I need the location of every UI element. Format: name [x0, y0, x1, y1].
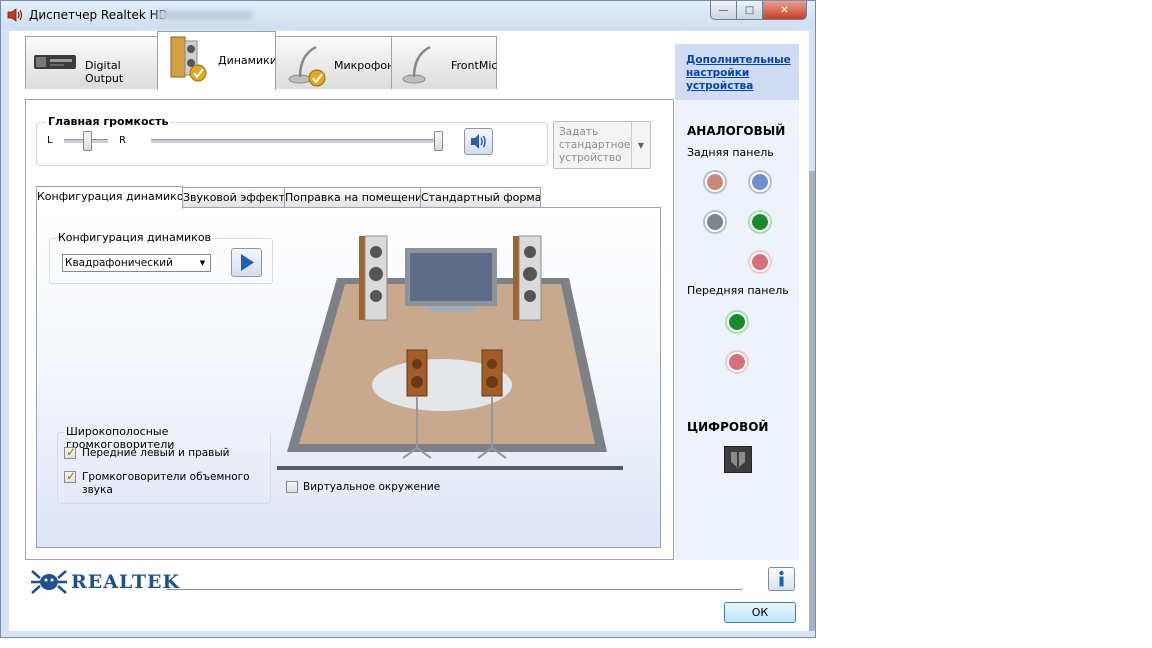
- tab-speakers[interactable]: Динамики: [157, 31, 277, 90]
- balance-left-label: L: [47, 135, 53, 146]
- title-bar: Диспетчер Realtek HD — □ ✕: [1, 1, 815, 29]
- tab-microphone[interactable]: Микрофон: [275, 36, 395, 89]
- window-controls: — □ ✕: [710, 1, 807, 21]
- jack-rear-orange[interactable]: [703, 170, 727, 194]
- jack-rear-grey[interactable]: [703, 210, 727, 234]
- front-microphone-device-icon: [402, 45, 431, 84]
- main-volume-group: Главная громкость L R: [36, 115, 548, 166]
- title-redacted: [157, 10, 253, 20]
- advanced-settings-link[interactable]: Дополнительные настройки устройства: [686, 54, 796, 93]
- chevron-down-icon: ▼: [631, 122, 650, 168]
- mute-button[interactable]: [464, 128, 493, 155]
- balance-right-label: R: [119, 135, 126, 146]
- front-right-speaker: [513, 235, 542, 321]
- play-icon: [241, 254, 254, 271]
- play-test-button[interactable]: [231, 248, 262, 277]
- balance-slider[interactable]: [83, 131, 92, 151]
- advanced-settings-box: Дополнительные настройки устройства: [675, 44, 799, 100]
- front-panel-label: Передняя панель: [687, 284, 789, 297]
- realtek-window: Диспетчер Realtek HD — □ ✕ Digital Outpu…: [0, 0, 816, 638]
- realtek-logo-text: REALTEK: [71, 571, 180, 593]
- speaker-config-group-title: Конфигурация динамиков: [56, 231, 214, 244]
- jack-side-panel: Дополнительные настройки устройства АНАЛ…: [675, 44, 799, 560]
- jack-rear-blue[interactable]: [748, 170, 772, 194]
- analog-heading: АНАЛОГОВЫЙ: [687, 124, 786, 138]
- window-edge-shadow: [809, 171, 815, 631]
- close-button[interactable]: ✕: [763, 1, 807, 20]
- check-icon: ✓: [66, 445, 77, 459]
- digital-output-device-icon: [34, 55, 76, 69]
- rear-panel-label: Задняя панель: [687, 146, 774, 159]
- check-icon: ✓: [66, 469, 77, 483]
- tab-label: Микрофон: [334, 59, 395, 72]
- set-default-device-button[interactable]: Задать стандартное устройство ▼: [553, 121, 651, 169]
- optical-port-icon: [731, 452, 745, 468]
- virtual-surround-checkbox[interactable]: [286, 481, 298, 493]
- set-default-label: Задать стандартное устройство: [559, 126, 631, 164]
- ok-button[interactable]: ОК: [724, 602, 796, 623]
- front-left-speaker: [359, 235, 388, 321]
- subtab-speaker-config[interactable]: Конфигурация динамиков: [36, 186, 183, 209]
- chevron-down-icon: ▼: [199, 259, 206, 267]
- microphone-device-icon: [288, 45, 326, 87]
- maximize-button[interactable]: □: [737, 1, 763, 20]
- speaker-volume-icon: [471, 134, 486, 149]
- subtab-room-correction[interactable]: Поправка на помещение: [284, 187, 421, 208]
- info-button[interactable]: [768, 567, 795, 591]
- speakers-device-icon: [170, 36, 207, 82]
- subtab-default-format[interactable]: Стандартный формат: [420, 187, 541, 208]
- subtab-sound-effect[interactable]: Звуковой эффект: [182, 187, 285, 208]
- volume-slider[interactable]: [434, 131, 443, 151]
- tab-label: Динамики: [218, 54, 277, 67]
- jack-rear-green[interactable]: [748, 210, 772, 234]
- front-lr-checkbox[interactable]: ✓: [64, 445, 77, 459]
- surround-label: Громкоговорители объемного звука: [82, 471, 250, 496]
- realtek-crab-logo: [31, 570, 67, 594]
- virtual-surround-label: Виртуальное окружение: [303, 481, 441, 493]
- surround-checkbox[interactable]: ✓: [64, 469, 77, 483]
- tab-label: FrontMic: [451, 59, 498, 72]
- jack-rear-pink[interactable]: [748, 250, 772, 274]
- front-lr-label: Передние левый и правый: [82, 447, 230, 459]
- tab-digital-output[interactable]: Digital Output: [25, 36, 158, 89]
- main-volume-title: Главная громкость: [46, 115, 171, 128]
- speaker-config-select[interactable]: Квадрафонический ▼: [62, 254, 211, 272]
- full-range-speakers-group: Широкополосные громкоговорители ✓ Передн…: [57, 425, 271, 504]
- tv-screen: [405, 248, 497, 312]
- speaker-config-panel: Конфигурация динамиков Квадрафонический …: [36, 207, 661, 548]
- jack-front-green[interactable]: [725, 310, 749, 334]
- speaker-app-icon: [7, 8, 23, 22]
- speakers-panel: Главная громкость L R Задать стандартное…: [25, 99, 674, 560]
- footer-divider: [166, 589, 742, 590]
- client-area: Digital Output Динамики Микрофон FrontMi…: [9, 31, 809, 631]
- window-title: Диспетчер Realtek HD: [29, 8, 168, 22]
- tab-frontmic[interactable]: FrontMic: [391, 36, 497, 89]
- speaker-config-group: Конфигурация динамиков Квадрафонический …: [49, 231, 273, 284]
- minimize-button[interactable]: —: [710, 1, 737, 20]
- digital-heading: ЦИФРОВОЙ: [687, 420, 769, 434]
- info-icon: [779, 570, 784, 587]
- tab-label: Digital Output: [85, 59, 124, 85]
- volume-track: [151, 139, 443, 143]
- jack-front-pink[interactable]: [725, 350, 749, 374]
- speaker-room-illustration: [277, 235, 623, 470]
- speaker-config-value: Квадрафонический: [65, 257, 173, 269]
- digital-port-icon[interactable]: [724, 446, 752, 473]
